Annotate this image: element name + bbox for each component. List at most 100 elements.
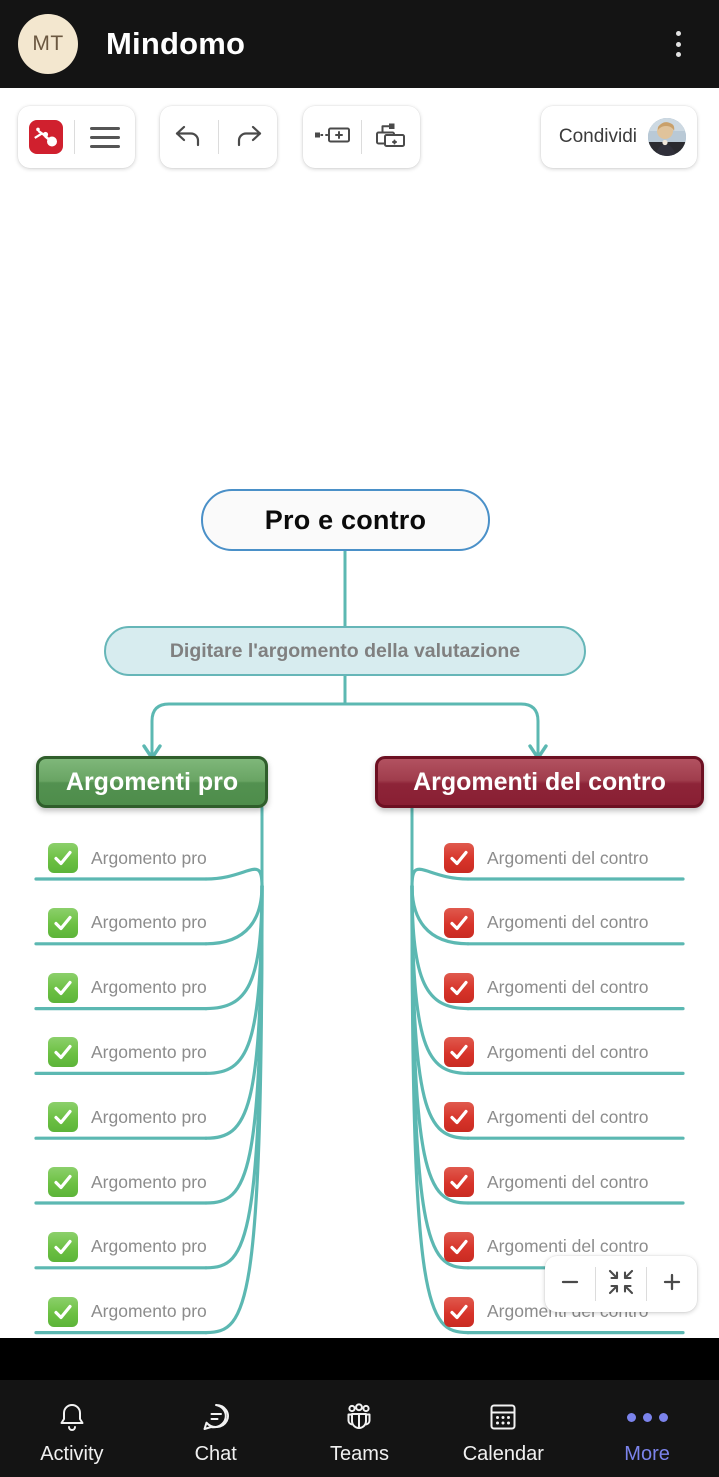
zoom-in-button[interactable] (647, 1256, 697, 1312)
nav-item-label: More (624, 1443, 670, 1465)
fit-to-screen-icon (607, 1268, 635, 1301)
mindmap-leaf-contro[interactable]: Argomenti del contro (444, 837, 648, 879)
hamburger-menu-button[interactable] (75, 106, 135, 168)
checkbox-checked-icon[interactable] (444, 972, 474, 1003)
mindmap-leaf-pro[interactable]: Argomento pro (48, 1096, 207, 1138)
chat-bubble-icon (199, 1397, 233, 1437)
leaf-label: Argomento pro (91, 1041, 207, 1062)
mindmap-leaf-pro[interactable]: Argomento pro (48, 902, 207, 944)
toolbar-group-history (160, 106, 277, 168)
teams-people-icon (342, 1397, 376, 1437)
nav-item-chat[interactable]: Chat (144, 1380, 288, 1477)
mindomo-app-surface: Condividi Pro e contro Digitare l'argome… (0, 88, 719, 1338)
leaf-label: Argomento pro (91, 847, 207, 868)
nav-item-calendar[interactable]: Calendar (431, 1380, 575, 1477)
toolbar-group-insert (303, 106, 420, 168)
leaf-label: Argomenti del contro (487, 1041, 649, 1062)
leaf-label: Argomenti del contro (487, 847, 649, 868)
mindmap-leaf-pro[interactable]: Argomento pro (48, 1226, 207, 1268)
leaf-label: Argomenti del contro (487, 1171, 649, 1192)
zoom-out-button[interactable] (545, 1256, 595, 1312)
mindmap-root-node[interactable]: Pro e contro (201, 489, 490, 551)
mindomo-in-teams-screen: MT Mindomo Condividi Pro e contro Digita… (0, 0, 719, 1477)
more-dots-icon (626, 1397, 668, 1437)
mindmap-leaf-contro[interactable]: Argomenti del contro (444, 1096, 648, 1138)
zoom-controls (545, 1256, 697, 1312)
kebab-menu-icon[interactable] (663, 24, 693, 64)
bell-icon (55, 1397, 89, 1437)
redo-button[interactable] (219, 106, 277, 168)
nav-item-activity[interactable]: Activity (0, 1380, 144, 1477)
checkbox-checked-icon[interactable] (48, 843, 78, 873)
kebab-dot (675, 41, 681, 47)
checkbox-checked-icon[interactable] (444, 1037, 474, 1068)
mindmap-leaf-contro[interactable]: Argomenti del contro (444, 967, 648, 1009)
checkbox-checked-icon[interactable] (48, 972, 78, 1003)
minus-icon (558, 1270, 582, 1299)
add-subtopic-button[interactable] (362, 106, 420, 168)
nav-item-more[interactable]: More (575, 1380, 719, 1477)
mindmap-branch-contro[interactable]: Argomenti del contro (375, 756, 704, 808)
leaf-label: Argomenti del contro (487, 977, 649, 998)
kebab-dot (675, 52, 681, 57)
editor-toolbar: Condividi (0, 88, 719, 186)
user-avatar-photo (648, 118, 686, 156)
undo-button[interactable] (160, 106, 218, 168)
mindmap-leaf-pro[interactable]: Argomento pro (48, 1291, 207, 1333)
nav-item-label: Teams (330, 1443, 389, 1465)
mindmap-leaf-pro[interactable]: Argomento pro (48, 1031, 207, 1073)
share-button[interactable]: Condividi (540, 106, 697, 168)
checkbox-checked-icon[interactable] (48, 1231, 78, 1262)
checkbox-checked-icon[interactable] (444, 1231, 474, 1262)
teams-bottom-nav: Activity Chat Teams Calendar More (0, 1380, 719, 1477)
leaf-label: Argomento pro (91, 1106, 207, 1127)
checkbox-checked-icon[interactable] (48, 1102, 78, 1133)
root-node-label: Pro e contro (264, 504, 427, 535)
redo-arrow-icon (231, 121, 265, 154)
leaf-label: Argomenti del contro (487, 912, 649, 933)
page-title: Mindomo (106, 26, 246, 61)
mindmap-branch-pro[interactable]: Argomenti pro (36, 756, 268, 808)
branch-pro-label: Argomenti pro (65, 767, 239, 796)
share-button-label: Condividi (558, 126, 637, 147)
leaf-label: Argomento pro (91, 912, 207, 933)
add-sibling-topic-icon (312, 123, 352, 152)
checkbox-checked-icon[interactable] (444, 843, 474, 873)
undo-arrow-icon (172, 121, 206, 154)
checkbox-checked-icon[interactable] (48, 907, 78, 938)
mindmap-leaf-contro[interactable]: Argomenti del contro (444, 1031, 648, 1073)
mindmap-canvas[interactable]: Pro e contro Digitare l'argomento della … (0, 186, 719, 1338)
leaf-label: Argomento pro (91, 977, 207, 998)
checkbox-checked-icon[interactable] (48, 1037, 78, 1068)
avatar[interactable]: MT (18, 14, 78, 74)
system-gap (0, 1338, 719, 1380)
leaf-label: Argomento pro (91, 1171, 207, 1192)
mindmap-leaf-pro[interactable]: Argomento pro (48, 967, 207, 1009)
nav-item-label: Calendar (462, 1443, 544, 1465)
branch-contro-label: Argomenti del contro (413, 767, 666, 796)
avatar-initials: MT (32, 32, 64, 55)
plus-icon (660, 1270, 684, 1299)
nav-item-label: Activity (40, 1443, 104, 1465)
mindmap-leaf-contro[interactable]: Argomenti del contro (444, 902, 648, 944)
checkbox-checked-icon[interactable] (48, 1296, 78, 1327)
checkbox-checked-icon[interactable] (444, 1296, 474, 1327)
leaf-label: Argomenti del contro (487, 1106, 649, 1127)
add-subtopic-icon (373, 121, 409, 154)
nav-item-teams[interactable]: Teams (288, 1380, 432, 1477)
mindomo-logo-button[interactable] (18, 106, 74, 168)
checkbox-checked-icon[interactable] (48, 1167, 78, 1197)
subtitle-node-label: Digitare l'argomento della valutazione (169, 639, 521, 662)
hamburger-menu-icon (90, 126, 120, 148)
leaf-label: Argomento pro (91, 1236, 207, 1257)
teams-top-bar: MT Mindomo (0, 0, 719, 88)
mindmap-leaf-contro[interactable]: Argomenti del contro (444, 1161, 648, 1203)
fit-to-screen-button[interactable] (596, 1256, 646, 1312)
checkbox-checked-icon[interactable] (444, 1102, 474, 1133)
mindmap-leaf-pro[interactable]: Argomento pro (48, 837, 207, 879)
mindmap-subtitle-node[interactable]: Digitare l'argomento della valutazione (104, 626, 586, 676)
checkbox-checked-icon[interactable] (444, 1167, 474, 1197)
mindmap-leaf-pro[interactable]: Argomento pro (48, 1161, 207, 1203)
add-sibling-topic-button[interactable] (303, 106, 361, 168)
checkbox-checked-icon[interactable] (444, 907, 474, 938)
